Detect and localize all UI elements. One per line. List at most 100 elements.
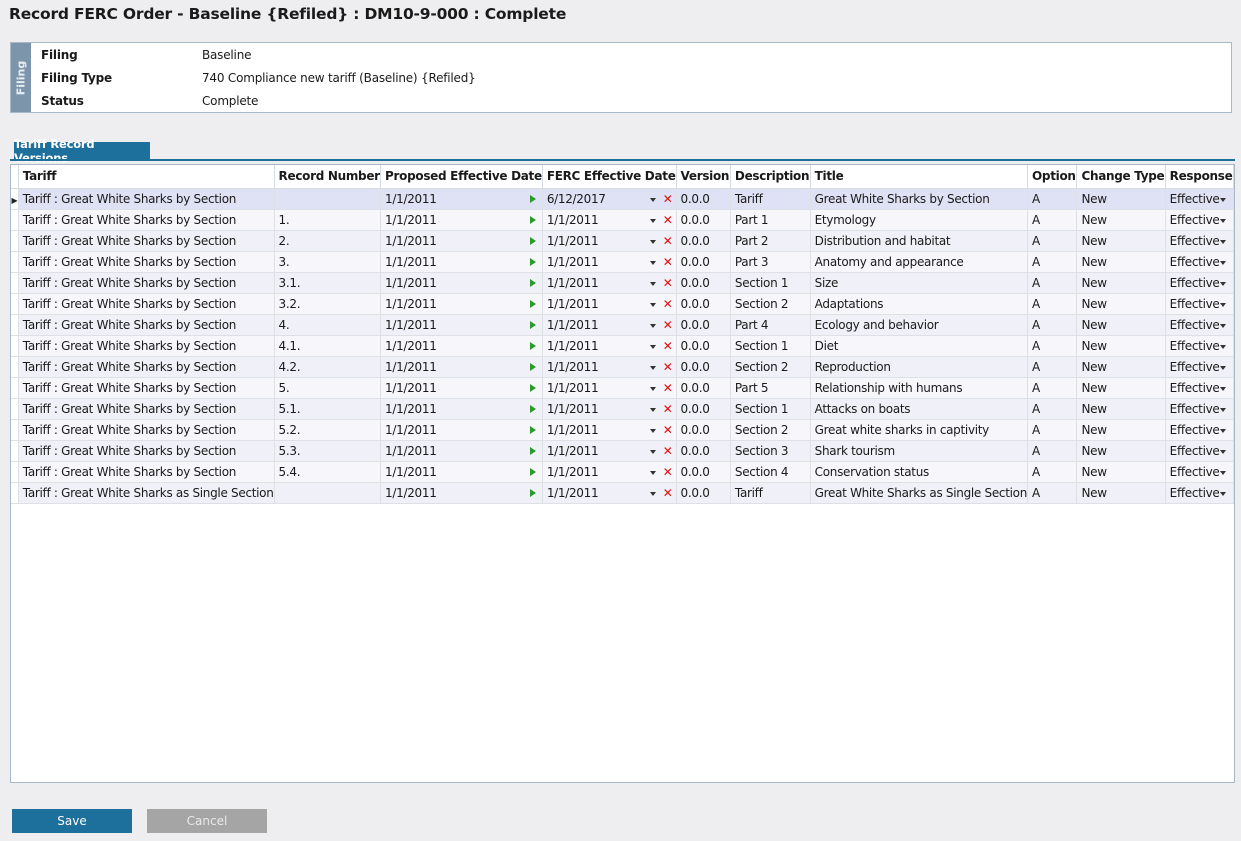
cell-change-type[interactable]: New — [1076, 440, 1166, 462]
cell-proposed-effective-date[interactable]: 1/1/2011 — [380, 419, 543, 441]
cell-version[interactable]: 0.0.0 — [676, 440, 731, 462]
cell-description[interactable]: Section 1 — [730, 398, 811, 420]
row-indicator[interactable] — [11, 230, 19, 252]
column-header-change-type[interactable]: Change Type — [1076, 165, 1166, 189]
cell-change-type[interactable]: New — [1076, 356, 1166, 378]
cell-tariff[interactable]: Tariff : Great White Sharks by Section — [18, 440, 275, 462]
cell-proposed-effective-date[interactable]: 1/1/2011 — [380, 461, 543, 483]
cell-version[interactable]: 0.0.0 — [676, 482, 731, 504]
cell-record-number[interactable]: 5.2. — [274, 419, 382, 441]
row-indicator[interactable] — [11, 461, 19, 483]
cell-option[interactable]: A — [1027, 398, 1078, 420]
cell-title[interactable]: Attacks on boats — [810, 398, 1029, 420]
cell-title[interactable]: Adaptations — [810, 293, 1029, 315]
cell-tariff[interactable]: Tariff : Great White Sharks by Section — [18, 461, 275, 483]
chevron-down-icon[interactable] — [1220, 260, 1226, 265]
cell-version[interactable]: 0.0.0 — [676, 461, 731, 483]
cell-title[interactable]: Diet — [810, 335, 1029, 357]
cell-ferc-effective-date[interactable]: 1/1/2011 ✕ — [542, 398, 677, 420]
cell-description[interactable]: Part 1 — [730, 209, 811, 231]
cell-description[interactable]: Section 3 — [730, 440, 811, 462]
table-row[interactable]: Tariff : Great White Sharks by Section 4.… — [11, 335, 1234, 357]
cell-change-type[interactable]: New — [1076, 335, 1166, 357]
cell-title[interactable]: Great White Sharks by Section — [810, 188, 1029, 210]
cell-ferc-effective-date[interactable]: 1/1/2011 ✕ — [542, 377, 677, 399]
cell-change-type[interactable]: New — [1076, 314, 1166, 336]
chevron-down-icon[interactable] — [1220, 449, 1226, 454]
cell-ferc-effective-date[interactable]: 1/1/2011 ✕ — [542, 335, 677, 357]
cell-option[interactable]: A — [1027, 482, 1078, 504]
cell-ferc-effective-date[interactable]: 1/1/2011 ✕ — [542, 230, 677, 252]
cell-proposed-effective-date[interactable]: 1/1/2011 — [380, 335, 543, 357]
close-icon[interactable]: ✕ — [663, 381, 673, 395]
cell-description[interactable]: Section 1 — [730, 335, 811, 357]
cell-proposed-effective-date[interactable]: 1/1/2011 — [380, 230, 543, 252]
cell-version[interactable]: 0.0.0 — [676, 377, 731, 399]
close-icon[interactable]: ✕ — [663, 192, 673, 206]
chevron-down-icon[interactable] — [649, 260, 656, 265]
cell-title[interactable]: Etymology — [810, 209, 1029, 231]
cell-ferc-effective-date[interactable]: 1/1/2011 ✕ — [542, 356, 677, 378]
cell-change-type[interactable]: New — [1076, 461, 1166, 483]
cell-ferc-effective-date[interactable]: 1/1/2011 ✕ — [542, 272, 677, 294]
chevron-down-icon[interactable] — [649, 386, 656, 391]
cell-tariff[interactable]: Tariff : Great White Sharks by Section — [18, 251, 275, 273]
cell-description[interactable]: Part 3 — [730, 251, 811, 273]
chevron-down-icon[interactable] — [1220, 470, 1226, 475]
cell-record-number[interactable]: 3.2. — [274, 293, 382, 315]
row-indicator[interactable]: ▶ — [11, 188, 19, 210]
cell-ferc-effective-date[interactable]: 1/1/2011 ✕ — [542, 314, 677, 336]
column-header-response[interactable]: Response — [1165, 165, 1234, 189]
column-header-proposed-effective-date[interactable]: Proposed Effective Date — [380, 165, 543, 189]
close-icon[interactable]: ✕ — [663, 486, 673, 500]
cell-ferc-effective-date[interactable]: 1/1/2011 ✕ — [542, 419, 677, 441]
cell-option[interactable]: A — [1027, 314, 1078, 336]
cell-version[interactable]: 0.0.0 — [676, 398, 731, 420]
table-row[interactable]: Tariff : Great White Sharks by Section 5.… — [11, 440, 1234, 462]
cell-response[interactable]: Effective — [1165, 209, 1234, 231]
cell-ferc-effective-date[interactable]: 1/1/2011 ✕ — [542, 482, 677, 504]
cell-option[interactable]: A — [1027, 251, 1078, 273]
cell-change-type[interactable]: New — [1076, 398, 1166, 420]
close-icon[interactable]: ✕ — [663, 276, 673, 290]
cell-ferc-effective-date[interactable]: 1/1/2011 ✕ — [542, 251, 677, 273]
row-indicator[interactable] — [11, 251, 19, 273]
cell-description[interactable]: Tariff — [730, 188, 811, 210]
cell-record-number[interactable]: 3. — [274, 251, 382, 273]
cell-tariff[interactable]: Tariff : Great White Sharks by Section — [18, 293, 275, 315]
cell-ferc-effective-date[interactable]: 1/1/2011 ✕ — [542, 209, 677, 231]
cell-option[interactable]: A — [1027, 293, 1078, 315]
cell-description[interactable]: Section 2 — [730, 356, 811, 378]
cell-proposed-effective-date[interactable]: 1/1/2011 — [380, 272, 543, 294]
column-header-ferc-effective-date[interactable]: FERC Effective Date — [542, 165, 677, 189]
cell-option[interactable]: A — [1027, 335, 1078, 357]
cell-record-number[interactable] — [274, 188, 382, 210]
cell-option[interactable]: A — [1027, 440, 1078, 462]
cell-option[interactable]: A — [1027, 419, 1078, 441]
play-icon[interactable] — [529, 488, 536, 497]
chevron-down-icon[interactable] — [649, 302, 656, 307]
row-indicator[interactable] — [11, 482, 19, 504]
cell-change-type[interactable]: New — [1076, 482, 1166, 504]
column-header-record-number[interactable]: Record Number — [274, 165, 382, 189]
cell-tariff[interactable]: Tariff : Great White Sharks by Section — [18, 377, 275, 399]
cancel-button[interactable]: Cancel — [147, 809, 267, 833]
cell-title[interactable]: Great white sharks in captivity — [810, 419, 1029, 441]
chevron-down-icon[interactable] — [649, 323, 656, 328]
cell-change-type[interactable]: New — [1076, 251, 1166, 273]
cell-description[interactable]: Section 2 — [730, 293, 811, 315]
cell-record-number[interactable]: 5.1. — [274, 398, 382, 420]
cell-proposed-effective-date[interactable]: 1/1/2011 — [380, 209, 543, 231]
save-button[interactable]: Save — [12, 809, 132, 833]
cell-response[interactable]: Effective — [1165, 419, 1234, 441]
row-indicator[interactable] — [11, 272, 19, 294]
cell-response[interactable]: Effective — [1165, 440, 1234, 462]
play-icon[interactable] — [529, 362, 536, 371]
table-row[interactable]: Tariff : Great White Sharks by Section 5.… — [11, 461, 1234, 483]
chevron-down-icon[interactable] — [649, 449, 656, 454]
row-indicator[interactable] — [11, 377, 19, 399]
cell-option[interactable]: A — [1027, 188, 1078, 210]
chevron-down-icon[interactable] — [1220, 218, 1226, 223]
cell-change-type[interactable]: New — [1076, 188, 1166, 210]
play-icon[interactable] — [529, 383, 536, 392]
